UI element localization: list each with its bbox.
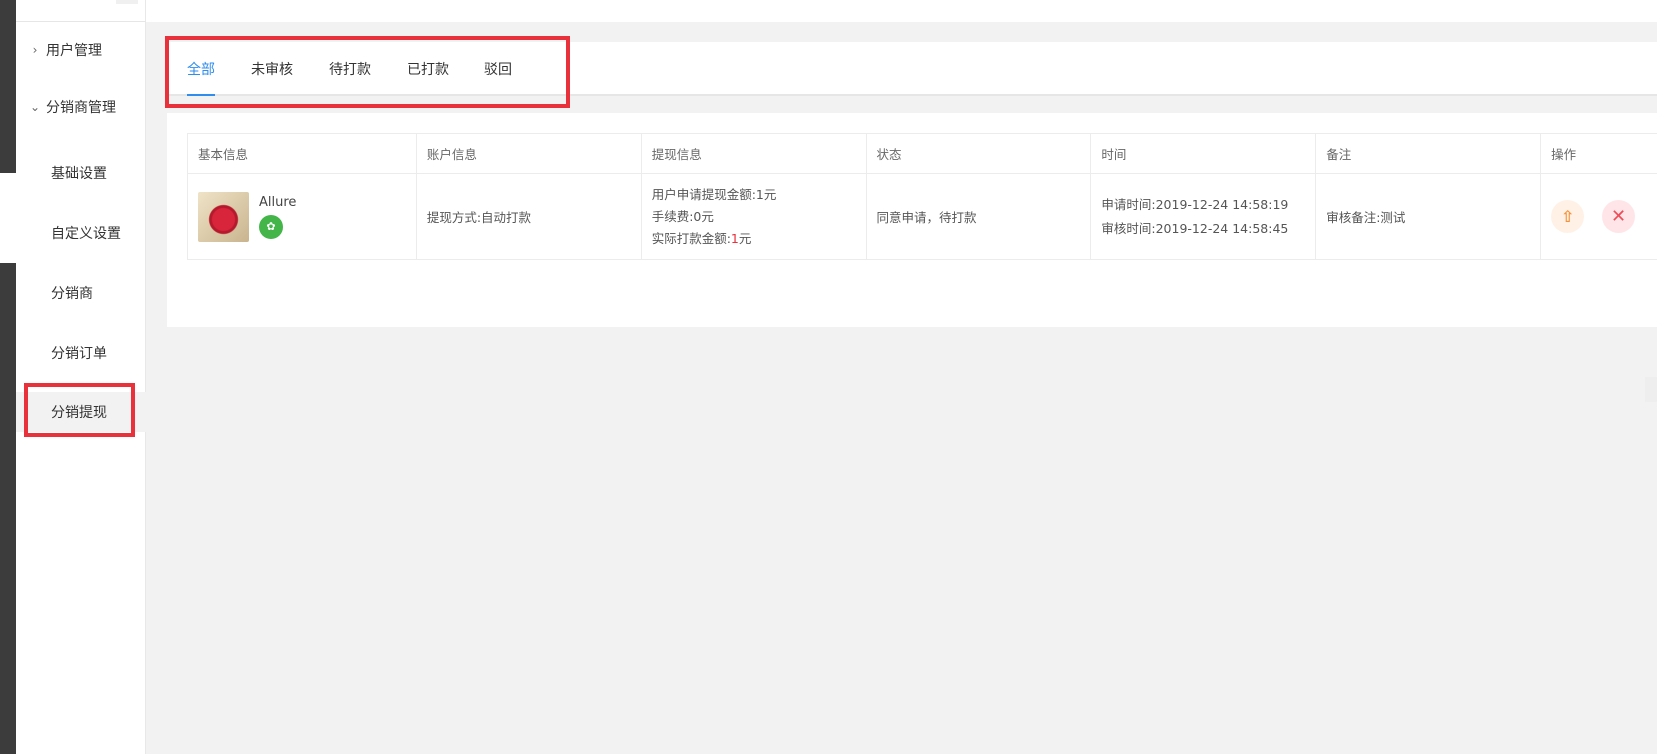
sidebar-group-user-management[interactable]: › 用户管理 bbox=[16, 35, 146, 65]
user-name: Allure bbox=[259, 194, 297, 210]
status-text: 同意申请，待打款 bbox=[876, 210, 977, 225]
sidebar-topbar bbox=[16, 0, 146, 22]
sidebar-item-label: 基础设置 bbox=[51, 166, 107, 182]
main-topbar bbox=[146, 0, 1657, 22]
pagination-stub bbox=[1645, 377, 1657, 402]
chevron-right-icon: › bbox=[32, 43, 38, 57]
wechat-icon: ✿ bbox=[259, 214, 283, 239]
sidebar-item-label: 分销商 bbox=[51, 286, 93, 302]
header-time: 时间 bbox=[1091, 134, 1317, 174]
sidebar-group-distributor-management[interactable]: ⌄ 分销商管理 bbox=[16, 92, 146, 122]
header-status: 状态 bbox=[866, 134, 1092, 174]
sidebar-item-label: 自定义设置 bbox=[51, 226, 121, 242]
sidebar-item-distributors[interactable]: 分销商 bbox=[16, 273, 146, 313]
withdraw-method: 提现方式:自动打款 bbox=[426, 210, 532, 225]
sidebar-group-label: 分销商管理 bbox=[46, 100, 116, 116]
highlight-box-sidebar bbox=[24, 383, 135, 437]
sidebar: › 用户管理 ⌄ 分销商管理 基础设置 自定义设置 分销商 分销订单 分销提现 bbox=[16, 0, 146, 754]
withdrawal-table: 基本信息 账户信息 提现信息 状态 时间 备注 操作 Allure ✿ 提现方式… bbox=[187, 133, 1657, 260]
apply-time: 申请时间:2019-12-24 14:58:19 bbox=[1101, 197, 1289, 212]
header-basic-info: 基本信息 bbox=[188, 134, 417, 174]
withdrawal-table-card: 基本信息 账户信息 提现信息 状态 时间 备注 操作 Allure ✿ 提现方式… bbox=[167, 113, 1657, 402]
cell-actions: ⇧ ✕ bbox=[1541, 174, 1657, 260]
avatar bbox=[198, 191, 249, 242]
cell-status: 同意申请，待打款 bbox=[866, 174, 1092, 260]
upload-arrow-icon: ⇧ bbox=[1560, 207, 1575, 226]
table-header: 基本信息 账户信息 提现信息 状态 时间 备注 操作 bbox=[188, 134, 1657, 174]
main-content: 全部 未审核 待打款 已打款 驳回 基本信息 账户信息 提现信息 状态 时间 备… bbox=[146, 0, 1657, 754]
sidebar-item-basic-settings[interactable]: 基础设置 bbox=[16, 153, 146, 193]
review-time: 审核时间:2019-12-24 14:58:45 bbox=[1101, 221, 1289, 236]
cell-time: 申请时间:2019-12-24 14:58:19 审核时间:2019-12-24… bbox=[1091, 174, 1317, 260]
header-remark: 备注 bbox=[1316, 134, 1542, 174]
header-account-info: 账户信息 bbox=[416, 134, 642, 174]
header-actions: 操作 bbox=[1541, 134, 1657, 174]
chevron-down-icon: ⌄ bbox=[29, 100, 41, 114]
fee-amount: 手续费:0元 bbox=[651, 209, 714, 224]
cell-basic-info: Allure ✿ bbox=[188, 174, 417, 260]
sidebar-item-label: 分销订单 bbox=[51, 346, 107, 362]
sidebar-item-distribution-orders[interactable]: 分销订单 bbox=[16, 333, 146, 373]
review-remark: 审核备注:测试 bbox=[1326, 210, 1406, 225]
cell-account-info: 提现方式:自动打款 bbox=[416, 174, 642, 260]
cell-withdraw-info: 用户申请提现金额:1元 手续费:0元 实际打款金额:1元 bbox=[641, 174, 867, 260]
sidebar-group-label: 用户管理 bbox=[46, 43, 102, 59]
apply-amount: 用户申请提现金额:1元 bbox=[651, 187, 777, 202]
cell-remark: 审核备注:测试 bbox=[1316, 174, 1542, 260]
reject-button[interactable]: ✕ bbox=[1602, 200, 1636, 233]
header-withdraw-info: 提现信息 bbox=[641, 134, 867, 174]
window-edge-strip bbox=[0, 0, 16, 754]
table-row: Allure ✿ 提现方式:自动打款 用户申请提现金额:1元 手续费:0元 实际… bbox=[188, 174, 1657, 260]
sidebar-item-custom-settings[interactable]: 自定义设置 bbox=[16, 213, 146, 253]
highlight-box-tabs bbox=[165, 36, 570, 108]
actual-amount: 实际打款金额:1元 bbox=[651, 231, 752, 246]
close-icon: ✕ bbox=[1611, 206, 1627, 227]
pay-button[interactable]: ⇧ bbox=[1551, 200, 1585, 233]
